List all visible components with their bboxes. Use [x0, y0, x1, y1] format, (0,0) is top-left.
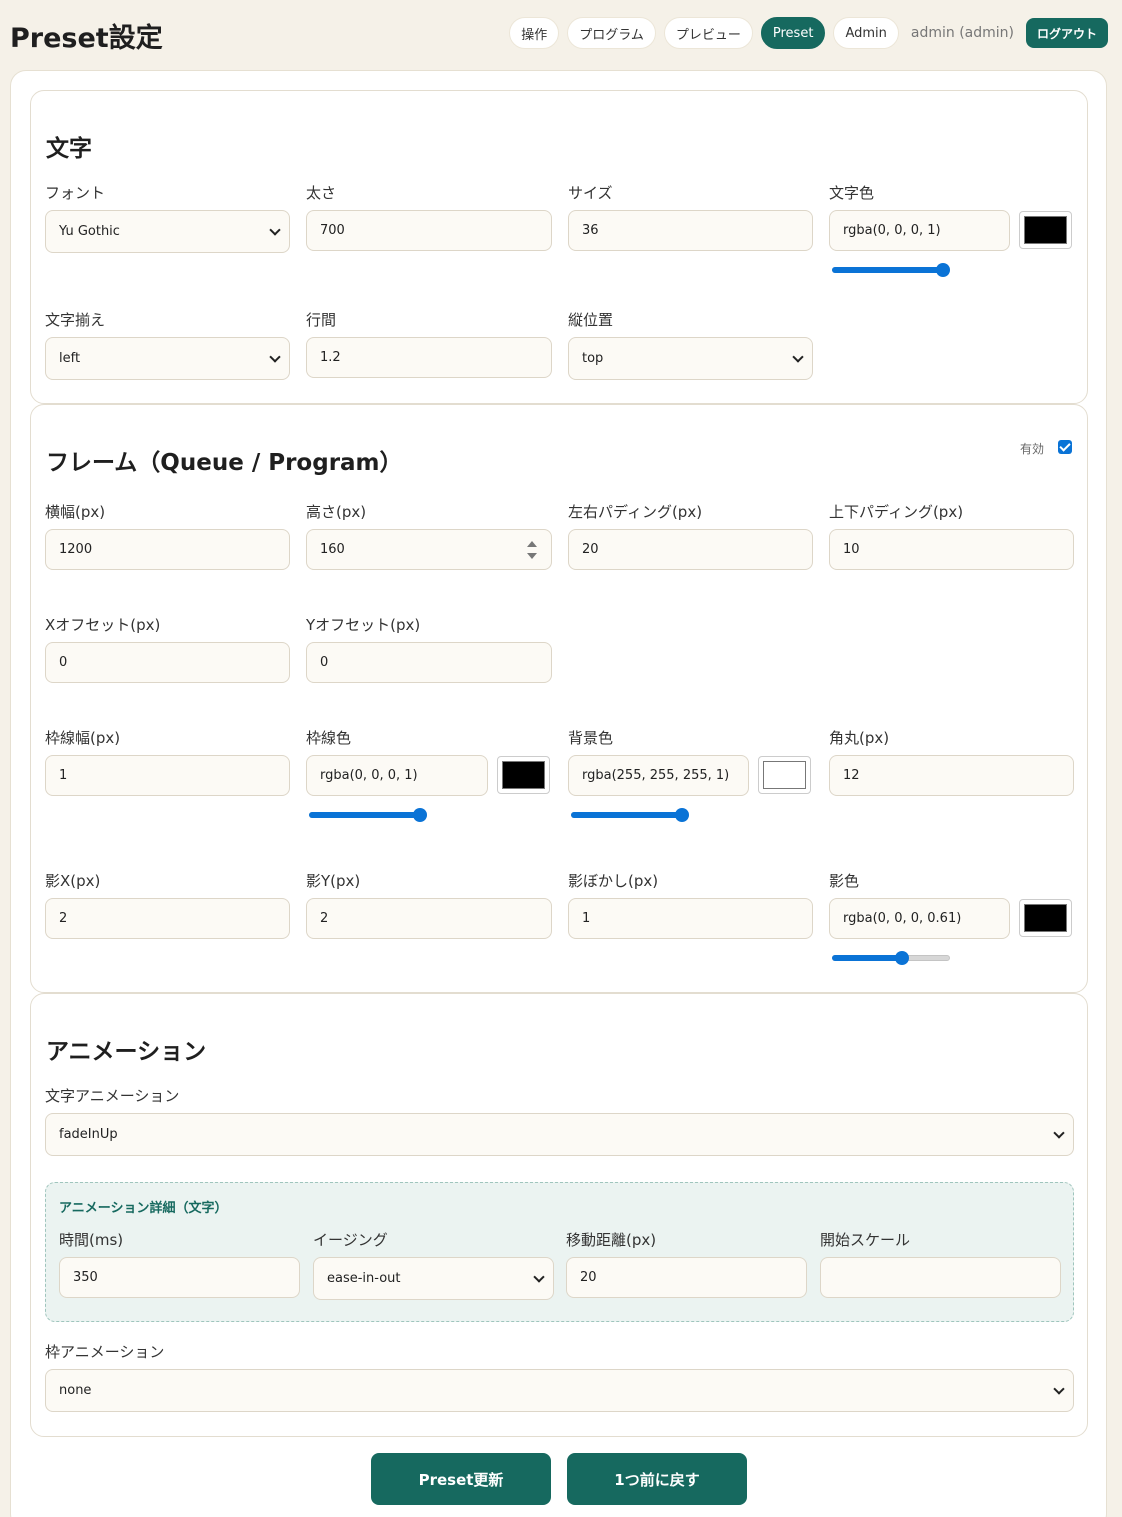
frame-enabled-checkbox[interactable]: [1058, 440, 1072, 454]
logout-button[interactable]: ログアウト: [1025, 18, 1108, 48]
frame-height-input[interactable]: 160: [306, 529, 552, 570]
weight-label: 太さ: [306, 184, 337, 202]
easing-label: イージング: [313, 1231, 388, 1249]
align-label: 文字揃え: [45, 311, 106, 329]
line-height-input[interactable]: 1.2: [306, 337, 552, 378]
page-title: Preset設定: [10, 23, 163, 54]
text-anim-label: 文字アニメーション: [45, 1087, 180, 1105]
start-scale-label: 開始スケール: [820, 1231, 911, 1249]
text-alpha-slider[interactable]: [832, 262, 950, 278]
nav-preview[interactable]: プレビュー: [663, 17, 753, 49]
frame-enabled-label: 有効: [1020, 442, 1045, 456]
shadow-x-input[interactable]: 2: [45, 898, 290, 939]
vertical-label: 縦位置: [568, 311, 614, 329]
border-color-input[interactable]: rgba(0, 0, 0, 1): [306, 755, 488, 796]
shadow-color-swatch-fill: [1024, 904, 1067, 932]
shadow-blur-label: 影ぼかし(px): [568, 872, 659, 890]
text-settings-card: 文字 フォント Yu Gothic 太さ 700 サイズ 36 文字色 rgba…: [30, 90, 1088, 404]
shadow-blur-input[interactable]: 1: [568, 898, 813, 939]
line-height-label: 行間: [306, 311, 337, 329]
offset-y-label: Yオフセット(px): [306, 616, 421, 634]
border-color-label: 枠線色: [306, 729, 352, 747]
revert-button[interactable]: 1つ前に戻す: [567, 1453, 747, 1505]
border-width-label: 枠線幅(px): [45, 729, 121, 747]
nav-admin[interactable]: Admin: [833, 17, 899, 49]
animation-detail-title: アニメーション詳細（文字）: [59, 1201, 228, 1216]
text-anim-select[interactable]: fadeInUp: [45, 1113, 1074, 1156]
shadow-color-swatch[interactable]: [1019, 899, 1072, 937]
border-alpha-slider[interactable]: [309, 807, 427, 823]
pad-y-input[interactable]: 10: [829, 529, 1074, 570]
align-select[interactable]: left: [45, 337, 290, 380]
border-color-swatch[interactable]: [497, 756, 550, 794]
duration-input[interactable]: 350: [59, 1257, 300, 1298]
animation-detail-panel: アニメーション詳細（文字） 時間(ms) 350 イージング ease-in-o…: [45, 1182, 1074, 1322]
text-color-swatch-fill: [1024, 216, 1067, 244]
bg-color-swatch[interactable]: [758, 756, 811, 794]
bg-color-input[interactable]: rgba(255, 255, 255, 1): [568, 755, 749, 796]
vertical-select[interactable]: top: [568, 337, 813, 380]
weight-input[interactable]: 700: [306, 210, 552, 251]
frame-width-label: 横幅(px): [45, 503, 106, 521]
shadow-color-label: 影色: [829, 872, 860, 890]
top-bar: Preset設定 操作 プログラム プレビュー Preset Admin adm…: [0, 0, 1122, 70]
distance-label: 移動距離(px): [566, 1231, 657, 1249]
number-stepper-icon[interactable]: [527, 540, 537, 560]
shadow-y-input[interactable]: 2: [306, 898, 552, 939]
pad-x-label: 左右パディング(px): [568, 503, 703, 521]
frame-settings-card: フレーム（Queue / Program） 有効 横幅(px) 1200 高さ(…: [30, 404, 1088, 993]
frame-anim-label: 枠アニメーション: [45, 1343, 165, 1361]
bg-color-label: 背景色: [568, 729, 614, 747]
shadow-x-label: 影X(px): [45, 872, 101, 890]
preset-panel: 文字 フォント Yu Gothic 太さ 700 サイズ 36 文字色 rgba…: [10, 70, 1107, 1517]
radius-input[interactable]: 12: [829, 755, 1074, 796]
shadow-alpha-slider[interactable]: [832, 950, 950, 966]
current-user: admin (admin): [910, 25, 1014, 41]
nav-program[interactable]: プログラム: [567, 17, 656, 49]
bg-alpha-slider[interactable]: [571, 807, 689, 823]
radius-label: 角丸(px): [829, 729, 890, 747]
shadow-color-input[interactable]: rgba(0, 0, 0, 0.61): [829, 898, 1010, 939]
size-label: サイズ: [568, 184, 613, 202]
text-color-label: 文字色: [829, 184, 875, 202]
text-section-title: 文字: [46, 136, 92, 162]
nav-operation[interactable]: 操作: [509, 17, 560, 49]
main-nav: 操作 プログラム プレビュー Preset Admin admin (admin…: [509, 17, 1108, 49]
bg-color-swatch-fill: [763, 761, 806, 789]
font-select[interactable]: Yu Gothic: [45, 210, 290, 253]
frame-width-input[interactable]: 1200: [45, 529, 290, 570]
frame-anim-select[interactable]: none: [45, 1369, 1074, 1412]
shadow-y-label: 影Y(px): [306, 872, 361, 890]
animation-settings-card: アニメーション 文字アニメーション fadeInUp アニメーション詳細（文字）…: [30, 993, 1088, 1437]
offset-x-label: Xオフセット(px): [45, 616, 161, 634]
frame-height-label: 高さ(px): [306, 503, 367, 521]
frame-section-title: フレーム（Queue / Program）: [46, 450, 403, 476]
duration-label: 時間(ms): [59, 1231, 124, 1249]
pad-y-label: 上下パディング(px): [829, 503, 964, 521]
start-scale-input[interactable]: [820, 1257, 1061, 1298]
text-color-input[interactable]: rgba(0, 0, 0, 1): [829, 210, 1010, 251]
border-width-input[interactable]: 1: [45, 755, 290, 796]
font-label: フォント: [45, 184, 106, 202]
animation-section-title: アニメーション: [46, 1039, 207, 1065]
easing-select[interactable]: ease-in-out: [313, 1257, 554, 1300]
size-input[interactable]: 36: [568, 210, 813, 251]
border-color-swatch-fill: [502, 761, 545, 789]
nav-preset[interactable]: Preset: [760, 17, 826, 49]
text-color-swatch[interactable]: [1019, 211, 1072, 249]
distance-input[interactable]: 20: [566, 1257, 807, 1298]
pad-x-input[interactable]: 20: [568, 529, 813, 570]
preset-update-button[interactable]: Preset更新: [371, 1453, 551, 1505]
offset-y-input[interactable]: 0: [306, 642, 552, 683]
offset-x-input[interactable]: 0: [45, 642, 290, 683]
